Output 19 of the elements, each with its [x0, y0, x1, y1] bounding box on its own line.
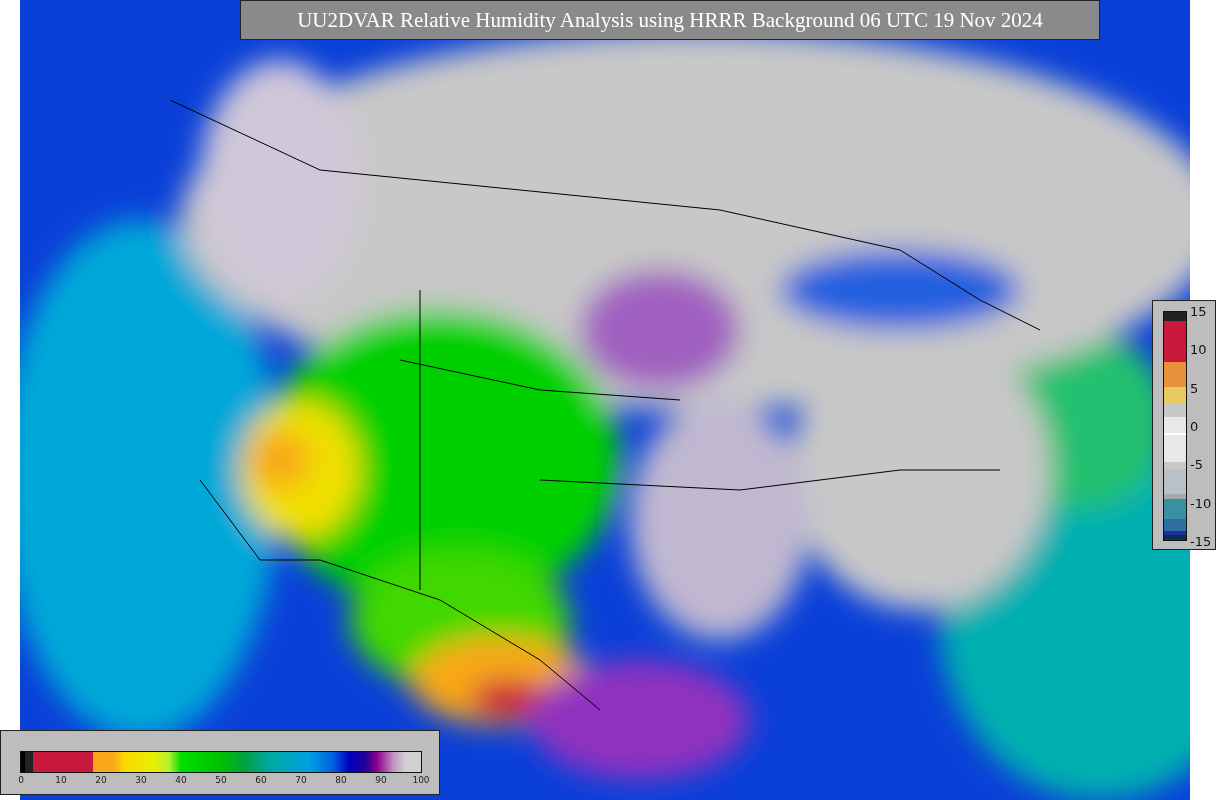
- colorbar-tick-label: 15: [1190, 304, 1207, 318]
- colorbar-tick-label: 0: [18, 776, 24, 785]
- colorbar-tick-label: 100: [412, 776, 430, 785]
- colorbar-tick-label: 40: [175, 776, 187, 785]
- colorbar-tick-label: 80: [335, 776, 347, 785]
- colorbar-tick-label: 10: [55, 776, 67, 785]
- colorbar-tick-label: 70: [295, 776, 307, 785]
- colorbar-tick-label: 20: [95, 776, 107, 785]
- colorbar-tick-label: 30: [135, 776, 147, 785]
- colorbar-tick-label: -5: [1190, 457, 1203, 471]
- map-title: UU2DVAR Relative Humidity Analysis using HRRR Background 06 UTC 19 Nov 2024: [240, 0, 1100, 40]
- colorbar-tick-label: 60: [255, 776, 267, 785]
- colorbar-tick-label: 10: [1190, 342, 1207, 356]
- colorbar-tick-label: 50: [215, 776, 227, 785]
- colorbar-tick-label: 90: [375, 776, 387, 785]
- colorbar-tick-label: 5: [1190, 381, 1199, 395]
- colorbar-tick-label: -15: [1190, 534, 1212, 548]
- colorbar-tick-label: -10: [1190, 496, 1212, 510]
- colorbar-tick-label: 0: [1190, 419, 1199, 433]
